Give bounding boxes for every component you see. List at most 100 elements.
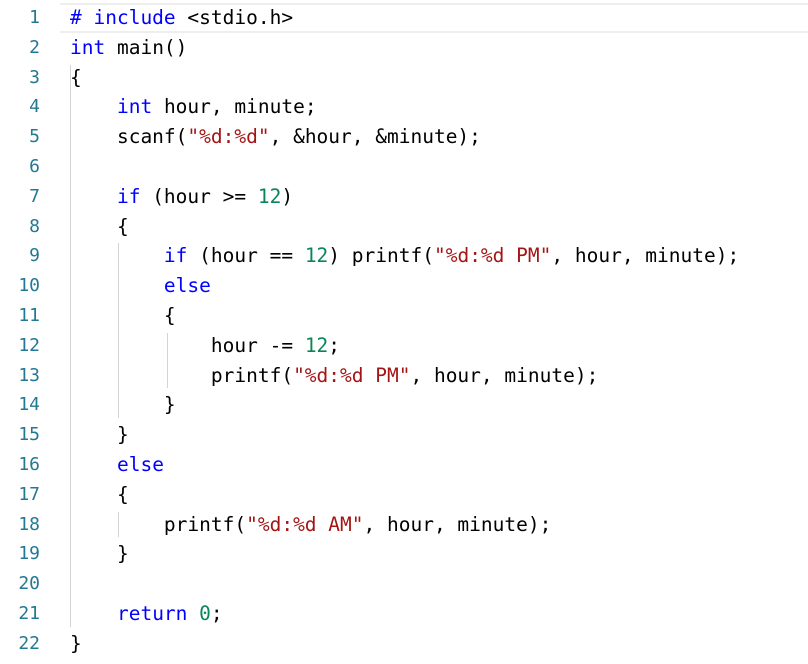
indent-guide	[70, 64, 71, 627]
code-text[interactable]: # include <stdio.h>	[70, 3, 293, 33]
line-number: 8	[29, 215, 40, 237]
code-text[interactable]: {	[70, 301, 176, 331]
code-line[interactable]: 21 return 0;	[0, 599, 808, 629]
code-text[interactable]: {	[70, 63, 82, 93]
code-token: <stdio.h>	[175, 6, 294, 29]
code-line-background	[60, 212, 808, 242]
code-token: 12	[304, 244, 329, 268]
line-number: 12	[18, 334, 40, 356]
code-line[interactable]: 10 else	[0, 271, 808, 301]
code-line[interactable]: 12 hour -= 12;	[0, 331, 808, 361]
code-line[interactable]: 7 if (hour >= 12)	[0, 182, 808, 212]
code-line-background	[60, 152, 808, 182]
line-number: 1	[29, 7, 40, 28]
line-number: 6	[29, 156, 40, 177]
line-number: 17	[18, 483, 40, 505]
code-token: 0	[199, 602, 211, 625]
code-line[interactable]: 14 }	[0, 390, 808, 420]
code-token: , &hour, &minute);	[269, 125, 481, 149]
code-line[interactable]: 20	[0, 569, 808, 599]
code-text[interactable]: scanf("%d:%d", &hour, &minute);	[70, 122, 481, 152]
code-line[interactable]: 6	[0, 152, 808, 182]
code-text[interactable]: if (hour == 12) printf("%d:%d PM", hour,…	[70, 241, 739, 271]
code-text[interactable]: return 0;	[70, 599, 223, 629]
code-token: , hour, minute);	[410, 363, 599, 387]
code-token: else	[163, 274, 211, 298]
line-number: 9	[29, 245, 40, 267]
line-number: 16	[18, 454, 40, 475]
code-text[interactable]: }	[70, 629, 82, 659]
code-line[interactable]: 8 {	[0, 212, 808, 242]
code-line[interactable]: 18 printf("%d:%d AM", hour, minute);	[0, 510, 808, 540]
code-line[interactable]: 11 {	[0, 301, 808, 331]
code-line[interactable]: 19 }	[0, 539, 808, 569]
line-number: 13	[18, 364, 40, 386]
code-token: ) printf(	[328, 244, 434, 268]
code-line[interactable]: 5 scanf("%d:%d", &hour, &minute);	[0, 122, 808, 152]
line-number: 21	[18, 603, 40, 624]
line-number: 20	[18, 573, 40, 595]
code-text[interactable]: hour -= 12;	[70, 331, 340, 361]
code-token: "%d:%d AM"	[246, 512, 364, 536]
code-line[interactable]: 3{	[0, 63, 808, 93]
code-token: scanf(	[70, 125, 188, 149]
code-token: printf(	[70, 363, 294, 387]
code-token: ;	[328, 333, 341, 357]
code-text[interactable]: }	[70, 539, 129, 569]
code-token: "%d:%d PM"	[293, 363, 411, 387]
code-line[interactable]: 9 if (hour == 12) printf("%d:%d PM", hou…	[0, 241, 808, 271]
code-token: int	[116, 95, 153, 119]
code-line[interactable]: 17 {	[0, 480, 808, 510]
code-editor[interactable]: 1 # include <stdio.h> 2 int main() 3{4 int h…	[0, 0, 808, 664]
line-number: 10	[18, 275, 40, 297]
code-token: hour, minute;	[152, 95, 317, 119]
code-token: ;	[210, 602, 223, 625]
code-text[interactable]: }	[70, 390, 176, 420]
line-number: 5	[29, 126, 40, 148]
line-number: 4	[29, 96, 40, 118]
code-text[interactable]: int main()	[70, 33, 187, 63]
code-token: {	[70, 65, 82, 89]
code-token: , hour, minute);	[551, 244, 740, 268]
code-line-background	[60, 569, 808, 599]
code-text[interactable]: {	[70, 212, 129, 242]
code-text[interactable]: {	[70, 480, 129, 510]
line-number: 15	[18, 424, 40, 446]
code-line[interactable]: 13 printf("%d:%d PM", hour, minute);	[0, 361, 808, 391]
code-text[interactable]: if (hour >= 12)	[70, 182, 293, 212]
code-token: , hour, minute);	[363, 512, 552, 536]
code-text[interactable]: else	[70, 450, 164, 480]
code-line-background	[60, 450, 808, 480]
code-line-background	[60, 63, 808, 93]
code-token: return	[116, 602, 188, 625]
line-number: 22	[18, 632, 40, 654]
code-token: )	[281, 184, 294, 208]
code-line[interactable]: 16 else	[0, 450, 808, 480]
code-token: {	[70, 482, 129, 506]
code-line[interactable]: 4 int hour, minute;	[0, 92, 808, 122]
code-line[interactable]: 22}	[0, 629, 808, 659]
code-token: 12	[257, 184, 282, 208]
code-text[interactable]: }	[70, 420, 129, 450]
code-line[interactable]: 2 int main()	[0, 33, 808, 63]
line-number: 14	[18, 394, 40, 416]
code-token: 12	[304, 333, 329, 357]
code-token: hour -=	[70, 333, 305, 357]
code-line-background	[60, 539, 808, 569]
code-line[interactable]: 15 }	[0, 420, 808, 450]
code-text[interactable]: printf("%d:%d AM", hour, minute);	[70, 510, 551, 540]
code-token: main()	[105, 35, 188, 59]
code-text[interactable]: int hour, minute;	[70, 92, 317, 122]
code-line[interactable]: 1 # include <stdio.h>	[0, 3, 808, 33]
code-text[interactable]: printf("%d:%d PM", hour, minute);	[70, 361, 598, 391]
indent-guide	[167, 332, 168, 389]
code-text[interactable]: else	[70, 271, 211, 301]
line-number: 11	[18, 305, 40, 326]
indent-guide	[118, 243, 119, 419]
